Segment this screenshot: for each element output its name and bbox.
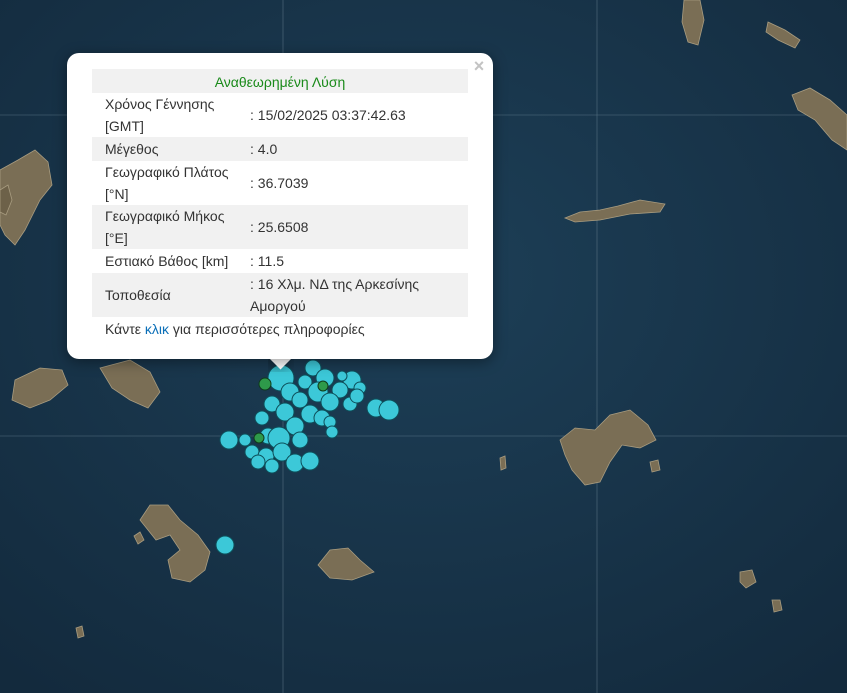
event-marker: [320, 392, 340, 412]
event-marker: [349, 388, 365, 404]
event-marker: [250, 454, 266, 470]
value-depth: : 11.5: [250, 253, 284, 269]
popup-content: Αναθεωρημένη Λύση Χρόνος Γέννησης [GMT] …: [92, 69, 468, 339]
island-small-2: [499, 455, 507, 471]
popup-header: Αναθεωρημένη Λύση: [92, 69, 468, 93]
label-origin-time: Χρόνος Γέννησης [GMT]: [105, 96, 215, 134]
close-icon[interactable]: ×: [471, 57, 487, 75]
recent-event-marker: [258, 377, 272, 391]
popup-tip: [268, 358, 294, 372]
recent-event-marker: [253, 432, 265, 444]
event-marker: [219, 430, 239, 450]
event-marker: [336, 370, 348, 382]
event-info-table: Χρόνος Γέννησης [GMT] : 15/02/2025 03:37…: [92, 93, 468, 317]
value-latitude: : 36.7039: [250, 175, 309, 191]
event-marker: [215, 535, 235, 555]
event-marker: [378, 399, 400, 421]
value-magnitude: : 4.0: [250, 141, 278, 157]
event-marker: [291, 431, 309, 449]
row-longitude: Γεωγραφικό Μήκος [°E] : 25.6508: [92, 205, 468, 249]
label-location: Τοποθεσία: [105, 287, 171, 303]
more-info-link[interactable]: κλικ: [145, 321, 169, 337]
label-longitude: Γεωγραφικό Μήκος [°E]: [105, 208, 225, 246]
island-small-3: [649, 459, 661, 473]
event-marker: [300, 451, 320, 471]
value-origin-time: : 15/02/2025 03:37:42.63: [250, 107, 406, 123]
row-latitude: Γεωγραφικό Πλάτος [°N] : 36.7039: [92, 161, 468, 205]
label-latitude: Γεωγραφικό Πλάτος [°N]: [105, 164, 229, 202]
recent-event-marker: [317, 380, 329, 392]
label-magnitude: Μέγεθος: [105, 141, 159, 157]
island-small-4: [771, 599, 783, 613]
event-popup: × Αναθεωρημένη Λύση Χρόνος Γέννησης [GMT…: [67, 53, 493, 359]
row-origin-time: Χρόνος Γέννησης [GMT] : 15/02/2025 03:37…: [92, 93, 468, 137]
more-info-line: Κάντε κλικ για περισσότερες πληροφορίες: [92, 319, 468, 339]
value-longitude: : 25.6508: [250, 219, 309, 235]
event-marker: [254, 410, 270, 426]
value-location: : 16 Χλμ. ΝΔ της Αρκεσίνης Αμοργού: [250, 276, 420, 314]
row-depth: Εστιακό Βάθος [km] : 11.5: [92, 249, 468, 273]
row-location: Τοποθεσία : 16 Χλμ. ΝΔ της Αρκεσίνης Αμο…: [92, 273, 468, 317]
event-marker: [264, 458, 280, 474]
more-info-prefix: Κάντε: [105, 321, 145, 337]
event-marker: [325, 425, 339, 439]
row-magnitude: Μέγεθος : 4.0: [92, 137, 468, 161]
event-marker: [238, 433, 252, 447]
label-depth: Εστιακό Βάθος [km]: [105, 253, 229, 269]
more-info-suffix: για περισσότερες πληροφορίες: [169, 321, 365, 337]
